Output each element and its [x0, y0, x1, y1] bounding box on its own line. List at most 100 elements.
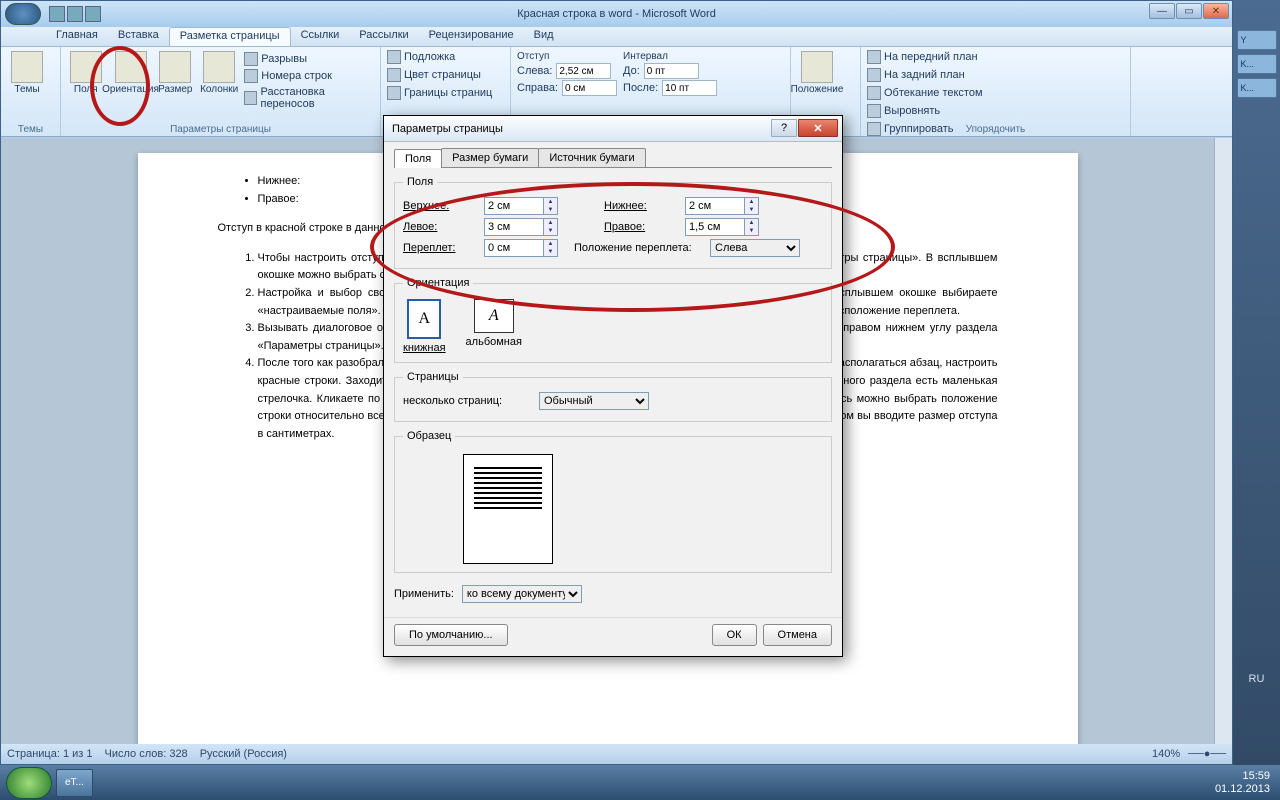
spinner-arrows[interactable]: ▲▼: [745, 197, 759, 215]
taskbar-item[interactable]: еТ...: [56, 769, 93, 797]
tab-insert[interactable]: Вставка: [108, 27, 169, 46]
fieldset-legend: Ориентация: [403, 277, 473, 289]
tray[interactable]: 15:59 01.12.2013: [1215, 770, 1274, 794]
spacing-before-input[interactable]: [644, 63, 699, 79]
side-lang: RU: [1249, 673, 1265, 685]
back-icon: [867, 68, 881, 82]
dialog-title: Параметры страницы: [392, 123, 503, 135]
indent-left-label: Слева:: [517, 65, 552, 77]
position-icon: [801, 51, 833, 83]
save-icon[interactable]: [49, 6, 65, 22]
close-button[interactable]: ✕: [1203, 3, 1229, 19]
gutter-pos-label: Положение переплета:: [574, 242, 704, 254]
spinner-arrows[interactable]: ▲▼: [745, 218, 759, 236]
size-button[interactable]: Размер: [155, 49, 197, 134]
dialog-help-button[interactable]: ?: [771, 119, 797, 137]
indent-left-input[interactable]: [556, 63, 611, 79]
orientation-label: книжная: [403, 342, 446, 354]
zoom-slider[interactable]: ──●──: [1188, 748, 1226, 760]
breaks-button[interactable]: Разрывы: [242, 51, 376, 67]
columns-icon: [203, 51, 235, 83]
align-icon: [867, 104, 881, 118]
window-title: Красная строка в word - Microsoft Word: [517, 8, 716, 20]
pages-select[interactable]: Обычный: [539, 392, 649, 410]
hyphenation-button[interactable]: Расстановка переносов: [242, 85, 376, 111]
vertical-scrollbar[interactable]: [1214, 138, 1232, 744]
send-back-button[interactable]: На задний план: [865, 67, 985, 83]
start-button[interactable]: [6, 767, 52, 799]
side-item[interactable]: K...: [1237, 78, 1277, 98]
status-bar: Страница: 1 из 1 Число слов: 328 Русский…: [1, 744, 1232, 764]
apply-select[interactable]: ко всему документу: [462, 585, 582, 603]
landscape-icon: A: [474, 299, 514, 333]
watermark-button[interactable]: Подложка: [385, 49, 506, 65]
title-bar: Красная строка в word - Microsoft Word —…: [1, 1, 1232, 27]
group-label: Упорядочить: [861, 124, 1130, 135]
page-borders-button[interactable]: Границы страниц: [385, 85, 506, 101]
dlg-tab-margins[interactable]: Поля: [394, 149, 442, 168]
spinner-arrows[interactable]: ▲▼: [544, 197, 558, 215]
indent-right-input[interactable]: [562, 80, 617, 96]
undo-icon[interactable]: [67, 6, 83, 22]
line-numbers-button[interactable]: Номера строк: [242, 68, 376, 84]
tab-mailings[interactable]: Рассылки: [349, 27, 418, 46]
apply-label: Применить:: [394, 588, 454, 600]
taskbar: еТ... 15:59 01.12.2013: [0, 765, 1280, 800]
themes-button[interactable]: Темы: [5, 49, 49, 134]
tab-home[interactable]: Главная: [46, 27, 108, 46]
minimize-button[interactable]: —: [1149, 3, 1175, 19]
side-item[interactable]: Y: [1237, 30, 1277, 50]
size-icon: [159, 51, 191, 83]
gutter-input[interactable]: [484, 239, 544, 257]
maximize-button[interactable]: ▭: [1176, 3, 1202, 19]
highlight-ellipse-margins: [90, 46, 150, 126]
cancel-button[interactable]: Отмена: [763, 624, 832, 646]
orientation-portrait[interactable]: A книжная: [403, 299, 446, 354]
left-input[interactable]: [484, 218, 544, 236]
side-item[interactable]: K...: [1237, 54, 1277, 74]
columns-button[interactable]: Колонки: [198, 49, 240, 134]
zoom-value[interactable]: 140%: [1152, 748, 1180, 760]
bottom-label: Нижнее:: [604, 200, 679, 212]
left-label: Левое:: [403, 221, 478, 233]
pages-fieldset: Страницы несколько страниц: Обычный: [394, 371, 832, 422]
quick-access-toolbar: [45, 6, 101, 22]
dialog-title-bar[interactable]: Параметры страницы ? ✕: [384, 116, 842, 142]
office-button[interactable]: [5, 3, 41, 25]
status-page: Страница: 1 из 1: [7, 748, 93, 760]
group-themes: Темы Темы: [1, 47, 61, 136]
bring-front-button[interactable]: На передний план: [865, 49, 985, 65]
gutter-label: Переплет:: [403, 242, 478, 254]
spinner-arrows[interactable]: ▲▼: [544, 239, 558, 257]
dlg-tab-paper[interactable]: Размер бумаги: [441, 148, 539, 167]
tab-view[interactable]: Вид: [524, 27, 564, 46]
tab-page-layout[interactable]: Разметка страницы: [169, 27, 291, 46]
tray-time: 15:59: [1215, 770, 1270, 782]
bottom-input[interactable]: [685, 197, 745, 215]
right-input[interactable]: [685, 218, 745, 236]
fieldset-legend: Поля: [403, 176, 437, 188]
page-color-button[interactable]: Цвет страницы: [385, 67, 506, 83]
spacing-after-input[interactable]: [662, 80, 717, 96]
ok-button[interactable]: ОК: [712, 624, 757, 646]
tab-review[interactable]: Рецензирование: [419, 27, 524, 46]
wrap-text-button[interactable]: Обтекание текстом: [865, 85, 985, 101]
default-button[interactable]: По умолчанию...: [394, 624, 508, 646]
redo-icon[interactable]: [85, 6, 101, 22]
group-arrange: На передний план На задний план Обтекани…: [861, 47, 1131, 136]
indent-right-label: Справа:: [517, 82, 558, 94]
dialog-close-button[interactable]: ✕: [798, 119, 838, 137]
watermark-icon: [387, 50, 401, 64]
dlg-tab-source[interactable]: Источник бумаги: [538, 148, 645, 167]
align-button[interactable]: Выровнять: [865, 103, 985, 119]
gutter-pos-select[interactable]: Слева: [710, 239, 800, 257]
orientation-landscape[interactable]: A альбомная: [466, 299, 522, 354]
right-label: Правое:: [604, 221, 679, 233]
status-lang[interactable]: Русский (Россия): [200, 748, 287, 760]
tab-references[interactable]: Ссылки: [291, 27, 350, 46]
top-input[interactable]: [484, 197, 544, 215]
spacing-before-label: До:: [623, 65, 640, 77]
dialog-tabs: Поля Размер бумаги Источник бумаги: [394, 148, 832, 168]
spinner-arrows[interactable]: ▲▼: [544, 218, 558, 236]
linenum-icon: [244, 69, 258, 83]
